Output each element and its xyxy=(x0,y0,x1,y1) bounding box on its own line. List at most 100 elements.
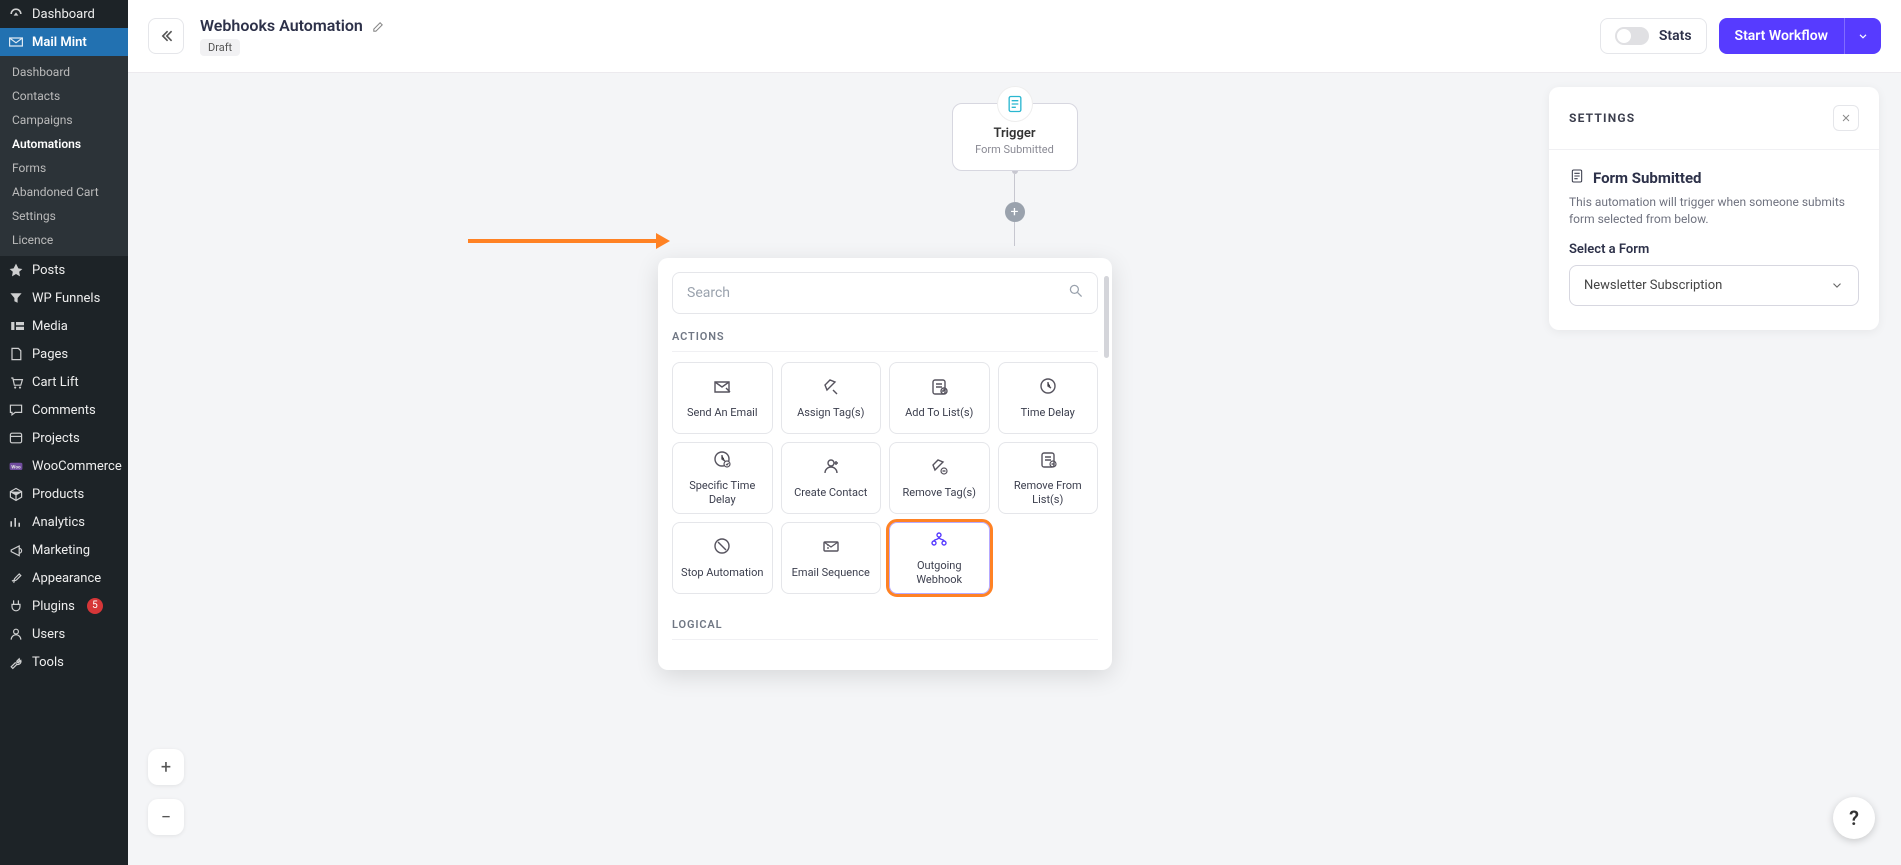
submenu-abandoned-cart[interactable]: Abandoned Cart xyxy=(0,180,128,204)
start-workflow-dropdown[interactable] xyxy=(1844,18,1881,54)
nav-woocommerce[interactable]: WooWooCommerce xyxy=(0,452,128,480)
nav-posts[interactable]: Posts xyxy=(0,256,128,284)
nav-label: Tools xyxy=(32,655,64,670)
nav-media[interactable]: Media xyxy=(0,312,128,340)
submenu-forms[interactable]: Forms xyxy=(0,156,128,180)
stats-toggle[interactable] xyxy=(1615,27,1649,45)
scrollbar[interactable] xyxy=(1104,276,1109,358)
submenu-settings[interactable]: Settings xyxy=(0,204,128,228)
help-button[interactable]: ? xyxy=(1833,797,1875,839)
nav-label: Pages xyxy=(32,347,68,362)
submenu-dashboard[interactable]: Dashboard xyxy=(0,60,128,84)
action-remove-tag-s-[interactable]: Remove Tag(s) xyxy=(889,442,990,514)
trigger-subtitle: Form Submitted xyxy=(961,143,1069,156)
nav-products[interactable]: Products xyxy=(0,480,128,508)
nav-marketing[interactable]: Marketing xyxy=(0,536,128,564)
nav-label: Plugins xyxy=(32,599,75,614)
collapse-sidebar-button[interactable] xyxy=(148,18,184,54)
workflow-canvas: Trigger Form Submitted + xyxy=(128,73,1901,865)
zoom-out-button[interactable]: − xyxy=(148,799,184,835)
start-workflow-button[interactable]: Start Workflow xyxy=(1719,18,1881,54)
close-settings-button[interactable] xyxy=(1833,105,1859,131)
submenu-licence[interactable]: Licence xyxy=(0,228,128,252)
nav-label: Users xyxy=(32,627,65,642)
funnel-icon xyxy=(8,290,24,306)
nav-comments[interactable]: Comments xyxy=(0,396,128,424)
nav-label: Dashboard xyxy=(32,7,95,22)
action-search-input[interactable] xyxy=(672,272,1098,314)
nav-label: Appearance xyxy=(32,571,101,586)
action-send-an-email[interactable]: Send An Email xyxy=(672,362,773,434)
form-icon xyxy=(997,86,1033,122)
nav-users[interactable]: Users xyxy=(0,620,128,648)
zoom-in-button[interactable]: + xyxy=(148,749,184,785)
gauge-icon xyxy=(8,6,24,22)
settings-help-text: This automation will trigger when someon… xyxy=(1569,194,1859,228)
action-icon xyxy=(929,529,949,553)
action-label: Specific Time Delay xyxy=(677,479,768,507)
nav-appearance[interactable]: Appearance xyxy=(0,564,128,592)
action-label: Assign Tag(s) xyxy=(797,406,864,420)
comment-icon xyxy=(8,402,24,418)
page-icon xyxy=(8,346,24,362)
action-stop-automation[interactable]: Stop Automation xyxy=(672,522,773,594)
marketing-icon xyxy=(8,542,24,558)
nav-label: Analytics xyxy=(32,515,85,530)
submenu-contacts[interactable]: Contacts xyxy=(0,84,128,108)
action-icon xyxy=(712,536,732,560)
form-select-value: Newsletter Subscription xyxy=(1584,278,1722,293)
submenu-campaigns[interactable]: Campaigns xyxy=(0,108,128,132)
submenu-automations[interactable]: Automations xyxy=(0,132,128,156)
settings-heading: SETTINGS xyxy=(1569,111,1635,125)
action-add-to-list-s-[interactable]: Add To List(s) xyxy=(889,362,990,434)
nav-plugins[interactable]: Plugins5 xyxy=(0,592,128,620)
stats-label: Stats xyxy=(1659,28,1692,44)
nav-tools[interactable]: Tools xyxy=(0,648,128,676)
action-icon xyxy=(712,449,732,473)
action-outgoing-webhook[interactable]: Outgoing Webhook xyxy=(889,522,990,594)
form-select[interactable]: Newsletter Subscription xyxy=(1569,265,1859,306)
action-icon xyxy=(821,456,841,480)
nav-dashboard[interactable]: Dashboard xyxy=(0,0,128,28)
nav-mail-mint[interactable]: Mail Mint xyxy=(0,28,128,56)
action-time-delay[interactable]: Time Delay xyxy=(998,362,1099,434)
brush-icon xyxy=(8,570,24,586)
action-remove-from-list-s-[interactable]: Remove From List(s) xyxy=(998,442,1099,514)
nav-wp-funnels[interactable]: WP Funnels xyxy=(0,284,128,312)
pin-icon xyxy=(8,262,24,278)
settings-panel: SETTINGS Form Submitted This automation … xyxy=(1549,87,1879,330)
nav-label: Posts xyxy=(32,263,65,278)
action-specific-time-delay[interactable]: Specific Time Delay xyxy=(672,442,773,514)
submenu: Dashboard Contacts Campaigns Automations… xyxy=(0,56,128,256)
action-assign-tag-s-[interactable]: Assign Tag(s) xyxy=(781,362,882,434)
edit-title-icon[interactable] xyxy=(371,19,385,33)
users-icon xyxy=(8,626,24,642)
mailmint-icon xyxy=(8,34,24,50)
trigger-card[interactable]: Trigger Form Submitted xyxy=(952,103,1078,171)
action-icon xyxy=(821,536,841,560)
add-step-button[interactable]: + xyxy=(1005,202,1025,222)
action-create-contact[interactable]: Create Contact xyxy=(781,442,882,514)
nav-cart-lift[interactable]: Cart Lift xyxy=(0,368,128,396)
nav-projects[interactable]: Projects xyxy=(0,424,128,452)
box-icon xyxy=(8,486,24,502)
form-icon xyxy=(1569,168,1585,188)
action-icon xyxy=(929,376,949,400)
nav-label: Projects xyxy=(32,431,80,446)
media-icon xyxy=(8,318,24,334)
action-label: Email Sequence xyxy=(792,566,870,580)
action-label: Send An Email xyxy=(687,406,758,420)
page-title: Webhooks Automation xyxy=(200,16,363,35)
trigger-title: Trigger xyxy=(961,126,1069,141)
cart-icon xyxy=(8,374,24,390)
svg-text:Woo: Woo xyxy=(11,464,21,470)
topbar: Webhooks Automation Draft Stats Start Wo… xyxy=(128,0,1901,73)
nav-pages[interactable]: Pages xyxy=(0,340,128,368)
action-email-sequence[interactable]: Email Sequence xyxy=(781,522,882,594)
nav-label: Cart Lift xyxy=(32,375,79,390)
admin-sidebar: Dashboard Mail Mint Dashboard Contacts C… xyxy=(0,0,128,865)
nav-analytics[interactable]: Analytics xyxy=(0,508,128,536)
action-label: Add To List(s) xyxy=(905,406,973,420)
woo-icon: Woo xyxy=(8,458,24,474)
action-icon xyxy=(1038,376,1058,400)
